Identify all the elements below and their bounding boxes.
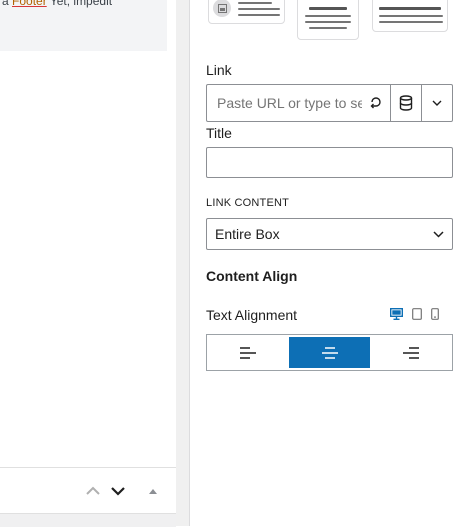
database-icon: [399, 95, 413, 111]
align-right-icon: [403, 346, 420, 359]
align-left-icon: [239, 346, 256, 359]
scroll-top-button[interactable]: [144, 482, 162, 500]
link-options-button[interactable]: [421, 85, 452, 121]
editor-canvas: a Footer Yet, impedit: [0, 0, 189, 527]
chevron-down-icon: [432, 100, 442, 106]
title-input[interactable]: [206, 147, 453, 178]
triangle-up-icon: [149, 489, 157, 494]
text-alignment-label: Text Alignment: [206, 307, 298, 323]
link-content-label: LINK CONTENT: [206, 197, 290, 209]
link-url-field: [206, 84, 453, 122]
style-preset-centered[interactable]: [297, 0, 359, 40]
link-url-input[interactable]: [207, 85, 362, 121]
editor-content-preview: a Footer Yet, impedit: [0, 0, 167, 51]
align-left-button[interactable]: [207, 335, 289, 370]
desktop-device-button[interactable]: [389, 307, 404, 325]
link-content-value: Entire Box: [215, 226, 280, 242]
align-right-button[interactable]: [370, 335, 452, 370]
block-settings-sidebar: Link Title LINK CONTENT Entire Box Conte…: [190, 0, 463, 526]
chevron-up-icon: [86, 486, 100, 495]
title-label: Title: [206, 125, 232, 141]
desktop-icon: [389, 307, 404, 320]
style-preset-text-only[interactable]: [372, 0, 448, 32]
link-content-select[interactable]: Entire Box: [206, 218, 453, 250]
status-strip: [0, 513, 176, 527]
text-alignment-toggle-group: [206, 334, 453, 371]
mobile-device-button[interactable]: [431, 307, 439, 325]
block-navigation-bar: [0, 467, 176, 514]
align-center-button[interactable]: [288, 337, 371, 368]
tablet-device-button[interactable]: [412, 307, 422, 325]
style-preset-image-left[interactable]: [208, 0, 285, 24]
tablet-icon: [412, 308, 422, 320]
image-icon: [213, 0, 231, 17]
dynamic-link-button[interactable]: [390, 85, 421, 121]
link-label: Link: [206, 62, 232, 78]
mobile-icon: [431, 308, 439, 320]
move-up-button[interactable]: [84, 482, 102, 500]
return-arrow-icon: [370, 97, 381, 109]
align-center-icon: [321, 346, 338, 359]
device-switcher: [389, 307, 439, 325]
chevron-down-icon: [111, 487, 125, 496]
chevron-down-icon: [433, 230, 444, 238]
editor-scrollbar[interactable]: [176, 0, 189, 526]
submit-link-button[interactable]: [362, 85, 390, 121]
move-down-button[interactable]: [109, 482, 127, 500]
content-text-fragment: a Footer Yet, impedit: [2, 0, 113, 8]
content-align-heading: Content Align: [206, 268, 298, 284]
